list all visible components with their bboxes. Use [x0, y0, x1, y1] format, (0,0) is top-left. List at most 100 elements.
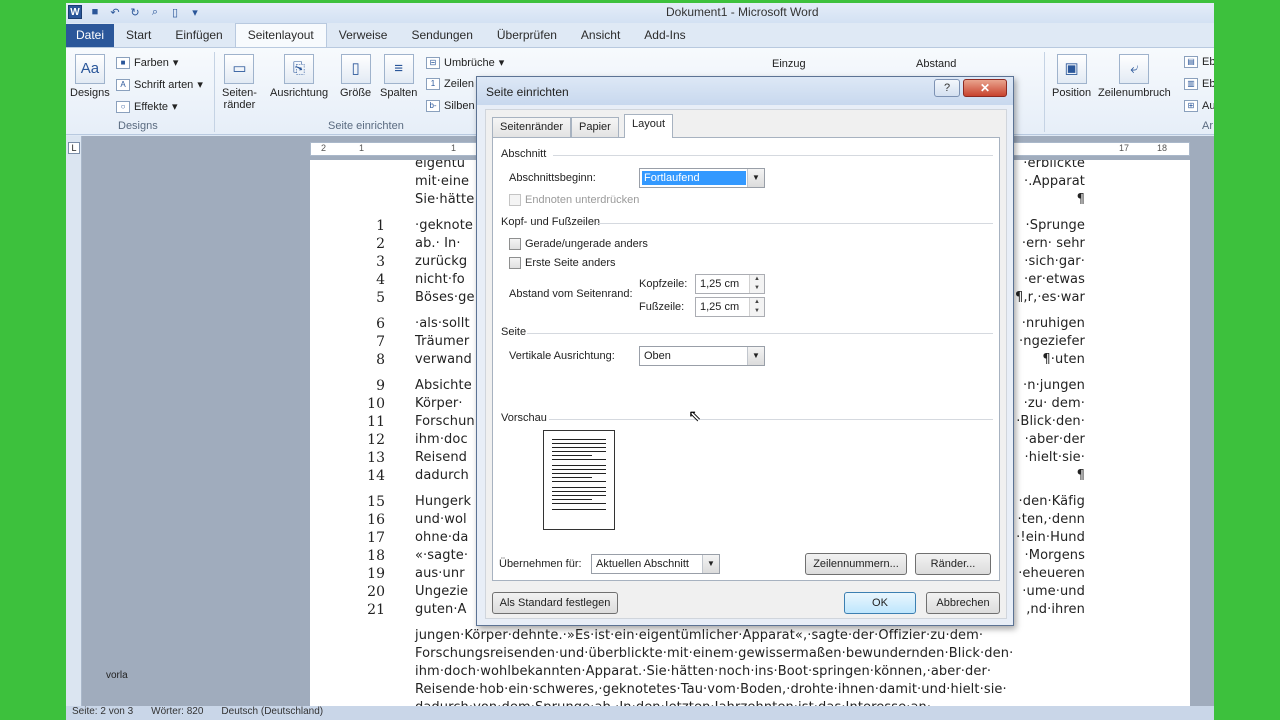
als-standard-button[interactable]: Als Standard festlegen — [492, 592, 618, 614]
doc-line: ·geknote — [415, 218, 473, 233]
endnoten-checkbox[interactable] — [509, 194, 521, 206]
spin-down-icon[interactable]: ▼ — [749, 307, 764, 316]
raender-button[interactable]: Ränder... — [915, 553, 991, 575]
einzug-label: Einzug — [772, 58, 806, 70]
bring-forward-icon: ▤ — [1184, 56, 1198, 68]
schriftarten-button[interactable]: A Schrift arten ▾ — [116, 78, 203, 91]
status-language[interactable]: Deutsch (Deutschland) — [221, 706, 323, 720]
doc-line: Forschungsreisenden·und·überblickte·mit·… — [415, 646, 1014, 661]
print-preview-icon[interactable]: ⌕ — [148, 5, 162, 19]
umbrueche-button[interactable]: ⊟ Umbrüche ▾ — [426, 56, 504, 69]
align-icon: ⊞ — [1184, 100, 1198, 112]
tab-seitenlayout[interactable]: Seitenlayout — [234, 23, 327, 47]
status-page[interactable]: Seite: 2 von 3 — [72, 706, 133, 720]
ebene-zurueck-label: Eb — [1202, 78, 1214, 90]
ebene-vor-button[interactable]: ▤ Eb — [1184, 56, 1214, 68]
doc-line: verwand — [415, 352, 472, 367]
abschnittsbeginn-select[interactable]: Fortlaufend ▼ — [639, 168, 765, 188]
ausrichtung-button[interactable]: ⎘ Ausrichtung — [270, 54, 328, 99]
redo-icon[interactable]: ↻ — [128, 5, 142, 19]
line-number: 8 — [376, 352, 385, 368]
ok-button[interactable]: OK — [844, 592, 916, 614]
spin-up-icon[interactable]: ▲ — [749, 275, 764, 284]
designs-button[interactable]: Aa Designs — [70, 54, 110, 99]
dialog-titlebar[interactable]: Seite einrichten — [477, 77, 1013, 105]
tab-ueberpruefen[interactable]: Überprüfen — [485, 24, 569, 47]
tab-papier[interactable]: Papier — [571, 117, 619, 137]
doc-line: Ungezie — [415, 584, 469, 599]
divider — [527, 333, 993, 334]
status-words[interactable]: Wörter: 820 — [151, 706, 203, 720]
line-number: 3 — [376, 254, 385, 270]
tab-ansicht[interactable]: Ansicht — [569, 24, 632, 47]
line-number: 1 — [376, 218, 385, 234]
save-icon[interactable]: ■ — [88, 5, 102, 19]
customize-dropdown-icon[interactable]: ▾ — [188, 5, 202, 19]
tab-seitenraender[interactable]: Seitenränder — [492, 117, 571, 137]
ruler-mark: 1 — [451, 143, 457, 153]
spalten-button[interactable]: ≡ Spalten — [380, 54, 417, 99]
tab-selector[interactable]: L — [68, 142, 80, 154]
line-number: 20 — [367, 584, 385, 600]
uebernehmen-select[interactable]: Aktuellen Abschnitt ▼ — [591, 554, 720, 574]
margins-icon: ▭ — [224, 54, 255, 84]
abschnittsbeginn-value: Fortlaufend — [642, 171, 746, 185]
doc-line: «·sagte· — [415, 548, 469, 563]
spin-down-icon[interactable]: ▼ — [749, 284, 764, 293]
kopfzeile-spinner[interactable]: 1,25 cm ▲ ▼ — [695, 274, 765, 294]
fusszeile-spinner[interactable]: 1,25 cm ▲ ▼ — [695, 297, 765, 317]
seitenraender-button[interactable]: ▭ Seiten- ränder — [222, 54, 257, 111]
doc-line: Absichte — [415, 378, 472, 393]
close-button[interactable]: ✕ — [963, 79, 1007, 97]
endnoten-label: Endnoten unterdrücken — [525, 194, 640, 206]
position-label: Position — [1052, 87, 1092, 99]
ausrichten-button[interactable]: ⊞ Au — [1184, 100, 1214, 112]
help-button[interactable]: ? — [934, 79, 960, 97]
doc-line: dadurch — [415, 468, 469, 483]
uebernehmen-value: Aktuellen Abschnitt — [596, 558, 689, 570]
erste-seite-checkbox[interactable] — [509, 257, 521, 269]
silbentrennung-button[interactable]: b- Silben — [426, 100, 475, 112]
position-button[interactable]: ▣ Position — [1052, 54, 1091, 99]
farben-button[interactable]: ■ Farben ▾ — [116, 56, 178, 69]
status-bar: Seite: 2 von 3 Wörter: 820 Deutsch (Deut… — [66, 706, 1214, 720]
preview-line — [552, 481, 606, 482]
tab-start[interactable]: Start — [114, 24, 163, 47]
tab-add-ins[interactable]: Add-Ins — [632, 24, 697, 47]
tab-einfuegen[interactable]: Einfügen — [163, 24, 234, 47]
doc-line: aus·unr — [415, 566, 465, 581]
divider — [597, 223, 993, 224]
orientation-icon: ⎘ — [284, 54, 315, 84]
word-logo-icon[interactable]: W — [68, 5, 82, 19]
dialog-title: Seite einrichten — [486, 85, 569, 99]
undo-icon[interactable]: ↶ — [108, 5, 122, 19]
groesse-button[interactable]: ▯ Größe — [340, 54, 371, 99]
chevron-down-icon: ▼ — [747, 347, 764, 365]
zeilenumbruch-button[interactable]: ⤶ Zeilenumbruch — [1098, 54, 1171, 99]
effekte-button[interactable]: ○ Effekte ▾ — [116, 100, 178, 113]
group-designs-label: Designs — [118, 120, 158, 132]
preview-line — [552, 503, 606, 504]
tab-sendungen[interactable]: Sendungen — [399, 24, 484, 47]
columns-icon: ≡ — [383, 54, 414, 84]
ebene-zurueck-button[interactable]: ▥ Eb — [1184, 78, 1214, 90]
designs-icon: Aa — [74, 54, 105, 84]
schriftarten-label: Schrift arten — [134, 78, 194, 91]
preview-line — [552, 469, 606, 470]
page-preview — [543, 430, 615, 530]
tab-layout[interactable]: Layout — [624, 114, 674, 138]
tab-verweise[interactable]: Verweise — [327, 24, 400, 47]
line-number: 2 — [376, 236, 385, 252]
zeilennummern-ribbon-button[interactable]: 1 Zeilen — [426, 78, 474, 90]
erste-seite-label: Erste Seite anders — [525, 257, 616, 269]
tab-datei[interactable]: Datei — [66, 24, 114, 47]
zeilennummern-button[interactable]: Zeilennummern... — [805, 553, 907, 575]
vertikal-select[interactable]: Oben ▼ — [639, 346, 765, 366]
new-document-icon[interactable]: ▯ — [168, 5, 182, 19]
abbrechen-button[interactable]: Abbrechen — [926, 592, 1000, 614]
doc-line: ohne·da — [415, 530, 469, 545]
chevron-down-icon: ▼ — [747, 169, 764, 187]
spin-up-icon[interactable]: ▲ — [749, 298, 764, 307]
gerade-ungerade-checkbox[interactable] — [509, 238, 521, 250]
title-bar: W ■ ↶ ↻ ⌕ ▯ ▾ Dokument1 - Microsoft Word — [66, 3, 1214, 23]
